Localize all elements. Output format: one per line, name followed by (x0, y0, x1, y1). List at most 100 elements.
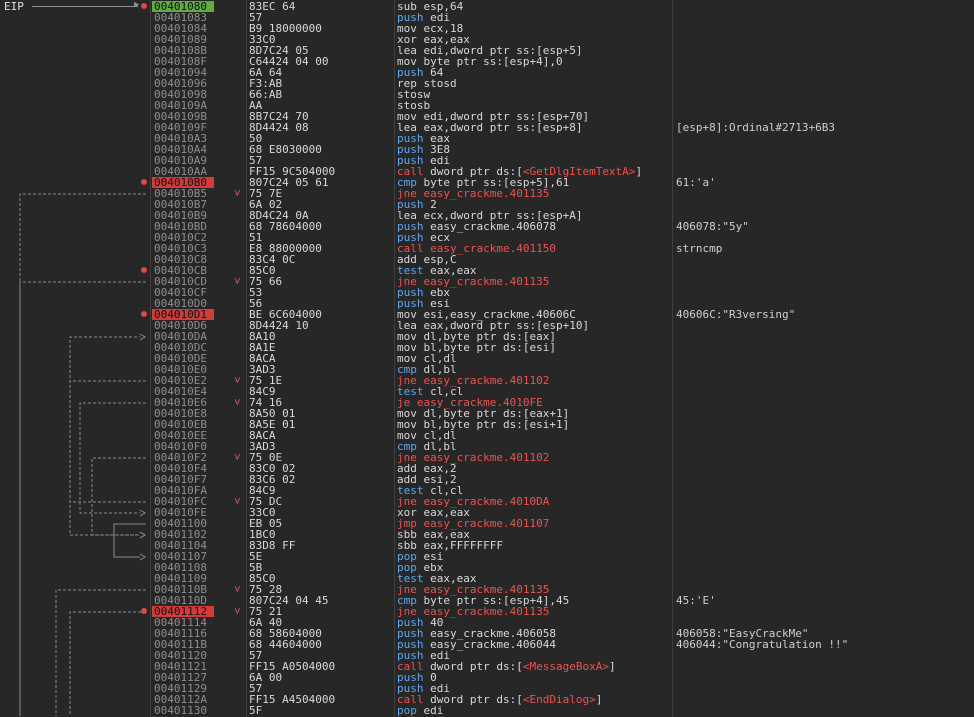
disasm-row[interactable]: 004010F4 83C0 02 add eax,2 (0, 463, 974, 474)
gutter (0, 683, 150, 694)
comment-cell: 406044:"Congratulation !!" (676, 638, 849, 651)
comment-cell: 45:'E' (676, 594, 716, 607)
disasm-row[interactable]: 004010DC 8A1E mov bl,byte ptr ds:[esi] (0, 342, 974, 353)
disasm-row[interactable]: 004010B5 ˅ 75 7E jne easy_crackme.401135 (0, 188, 974, 199)
gutter (0, 133, 150, 144)
disasm-row[interactable]: 0040111B 68 44604000 push easy_crackme.406… (0, 639, 974, 650)
comment-cell: 406078:"5y" (676, 220, 749, 233)
gutter (0, 507, 150, 518)
disasm-row[interactable]: 00401094 6A 64 push 64 (0, 67, 974, 78)
gutter (0, 397, 150, 408)
gutter (0, 606, 150, 617)
instruction-cell[interactable]: pop edi (397, 705, 443, 716)
jump-indicator-icon: ˅ (234, 451, 241, 464)
gutter (0, 177, 150, 188)
disasm-row[interactable]: 00401112 ˅ 75 21 jne easy_crackme.401135 (0, 606, 974, 617)
gutter (0, 452, 150, 463)
gutter (0, 100, 150, 111)
disasm-row[interactable]: 00401108 5B pop ebx (0, 562, 974, 573)
gutter (0, 386, 150, 397)
disasm-row[interactable]: 004010E2 ˅ 75 1E jne easy_crackme.401102 (0, 375, 974, 386)
comment-cell: 40606C:"R3versing" (676, 308, 796, 321)
gutter (0, 408, 150, 419)
gutter (0, 551, 150, 562)
disassembly-view[interactable]: EIP ▶ 00401080 83EC 64 sub esp,64 00401083 57 p… (0, 0, 974, 717)
gutter (0, 518, 150, 529)
gutter (0, 672, 150, 683)
gutter (0, 298, 150, 309)
gutter (0, 584, 150, 595)
disasm-row[interactable]: 00401084 B9 18000000 mov ecx,18 (0, 23, 974, 34)
gutter (0, 232, 150, 243)
breakpoint-dot-icon[interactable] (141, 3, 147, 9)
disasm-row[interactable]: 0040109F 8D4424 08 lea eax,dword ptr ss:[e… (0, 122, 974, 133)
gutter (0, 320, 150, 331)
disasm-row[interactable]: 004010F2 ˅ 75 0E jne easy_crackme.401102 (0, 452, 974, 463)
disasm-row[interactable]: 004010CF 53 push ebx (0, 287, 974, 298)
gutter (0, 23, 150, 34)
gutter (0, 199, 150, 210)
disasm-row[interactable]: 00401127 6A 00 push 0 (0, 672, 974, 683)
gutter (0, 562, 150, 573)
jump-indicator-icon: ˅ (234, 396, 241, 409)
gutter (0, 122, 150, 133)
gutter (0, 595, 150, 606)
gutter (0, 375, 150, 386)
disasm-row[interactable]: 004010FC ˅ 75 DC jne easy_crackme.4010DA (0, 496, 974, 507)
gutter (0, 628, 150, 639)
disasm-row[interactable]: EIP ▶ 00401080 83EC 64 sub esp,64 (0, 0, 974, 12)
disasm-row[interactable]: 00401083 57 push edi (0, 12, 974, 23)
jump-indicator-icon: ˅ (234, 187, 241, 200)
disasm-row[interactable]: 00401130 5F pop edi (0, 705, 974, 716)
disasm-row[interactable]: 004010A3 50 push eax (0, 133, 974, 144)
gutter (0, 694, 150, 705)
comment-cell: strncmp (676, 242, 723, 255)
gutter (0, 430, 150, 441)
gutter (0, 705, 150, 716)
address-cell[interactable]: 00401130 (152, 705, 214, 716)
disasm-row[interactable]: 004010C8 83C4 0C add esp,C (0, 254, 974, 265)
gutter (0, 485, 150, 496)
gutter (0, 309, 150, 320)
gutter (0, 111, 150, 122)
disasm-row[interactable]: 0040108F C64424 04 00 mov byte ptr ss:[esp… (0, 56, 974, 67)
disasm-row[interactable]: 004010C3 E8 88000000 call easy_crackme.401… (0, 243, 974, 254)
gutter (0, 364, 150, 375)
breakpoint-dot-icon[interactable] (141, 608, 147, 614)
gutter (0, 639, 150, 650)
disasm-row[interactable]: 00401104 83D8 FF sbb eax,FFFFFFFF (0, 540, 974, 551)
disasm-row[interactable]: 004010F7 83C6 02 add esi,2 (0, 474, 974, 485)
disasm-row[interactable]: 00401096 F3:AB rep stosd (0, 78, 974, 89)
jump-indicator-icon: ˅ (234, 495, 241, 508)
breakpoint-dot-icon[interactable] (141, 267, 147, 273)
gutter (0, 221, 150, 232)
disasm-row[interactable]: 004010BD 68 78604000 push easy_crackme.406… (0, 221, 974, 232)
breakpoint-dot-icon[interactable] (141, 179, 147, 185)
disasm-row[interactable]: 00401121 FF15 A0504000 call dword ptr ds:[… (0, 661, 974, 672)
eip-arrow-head-icon: ▶ (134, 0, 140, 10)
disasm-row[interactable]: 004010CD ˅ 75 66 jne easy_crackme.401135 (0, 276, 974, 287)
disasm-row[interactable]: 004010EB 8A5E 01 mov bl,byte ptr ds:[esi+1… (0, 419, 974, 430)
jump-indicator-icon: ˅ (234, 583, 241, 596)
disasm-row[interactable]: 00401107 5E pop esi (0, 551, 974, 562)
gutter (0, 78, 150, 89)
disasm-row[interactable]: 0040112A FF15 A4504000 call dword ptr ds:[… (0, 694, 974, 705)
disasm-row[interactable]: 00401100 EB 05 jmp easy_crackme.401107 (0, 518, 974, 529)
gutter (0, 617, 150, 628)
breakpoint-dot-icon[interactable] (141, 311, 147, 317)
gutter (0, 540, 150, 551)
bytes-cell: 5F (249, 704, 263, 717)
mnemonic: pop (397, 704, 417, 717)
gutter (0, 496, 150, 507)
gutter (0, 155, 150, 166)
disasm-row[interactable]: 00401098 66:AB stosw (0, 89, 974, 100)
disasm-row[interactable]: 004010EE 8ACA mov cl,dl (0, 430, 974, 441)
gutter (0, 45, 150, 56)
gutter (0, 243, 150, 254)
gutter (0, 650, 150, 661)
comment-cell: [esp+8]:Ordinal#2713+6B3 (676, 121, 835, 134)
disasm-row[interactable]: 004010A4 68 E8030000 push 3E8 (0, 144, 974, 155)
jump-indicator-icon: ˅ (234, 374, 241, 387)
disasm-row[interactable]: 004010DE 8ACA mov cl,dl (0, 353, 974, 364)
gutter (0, 144, 150, 155)
